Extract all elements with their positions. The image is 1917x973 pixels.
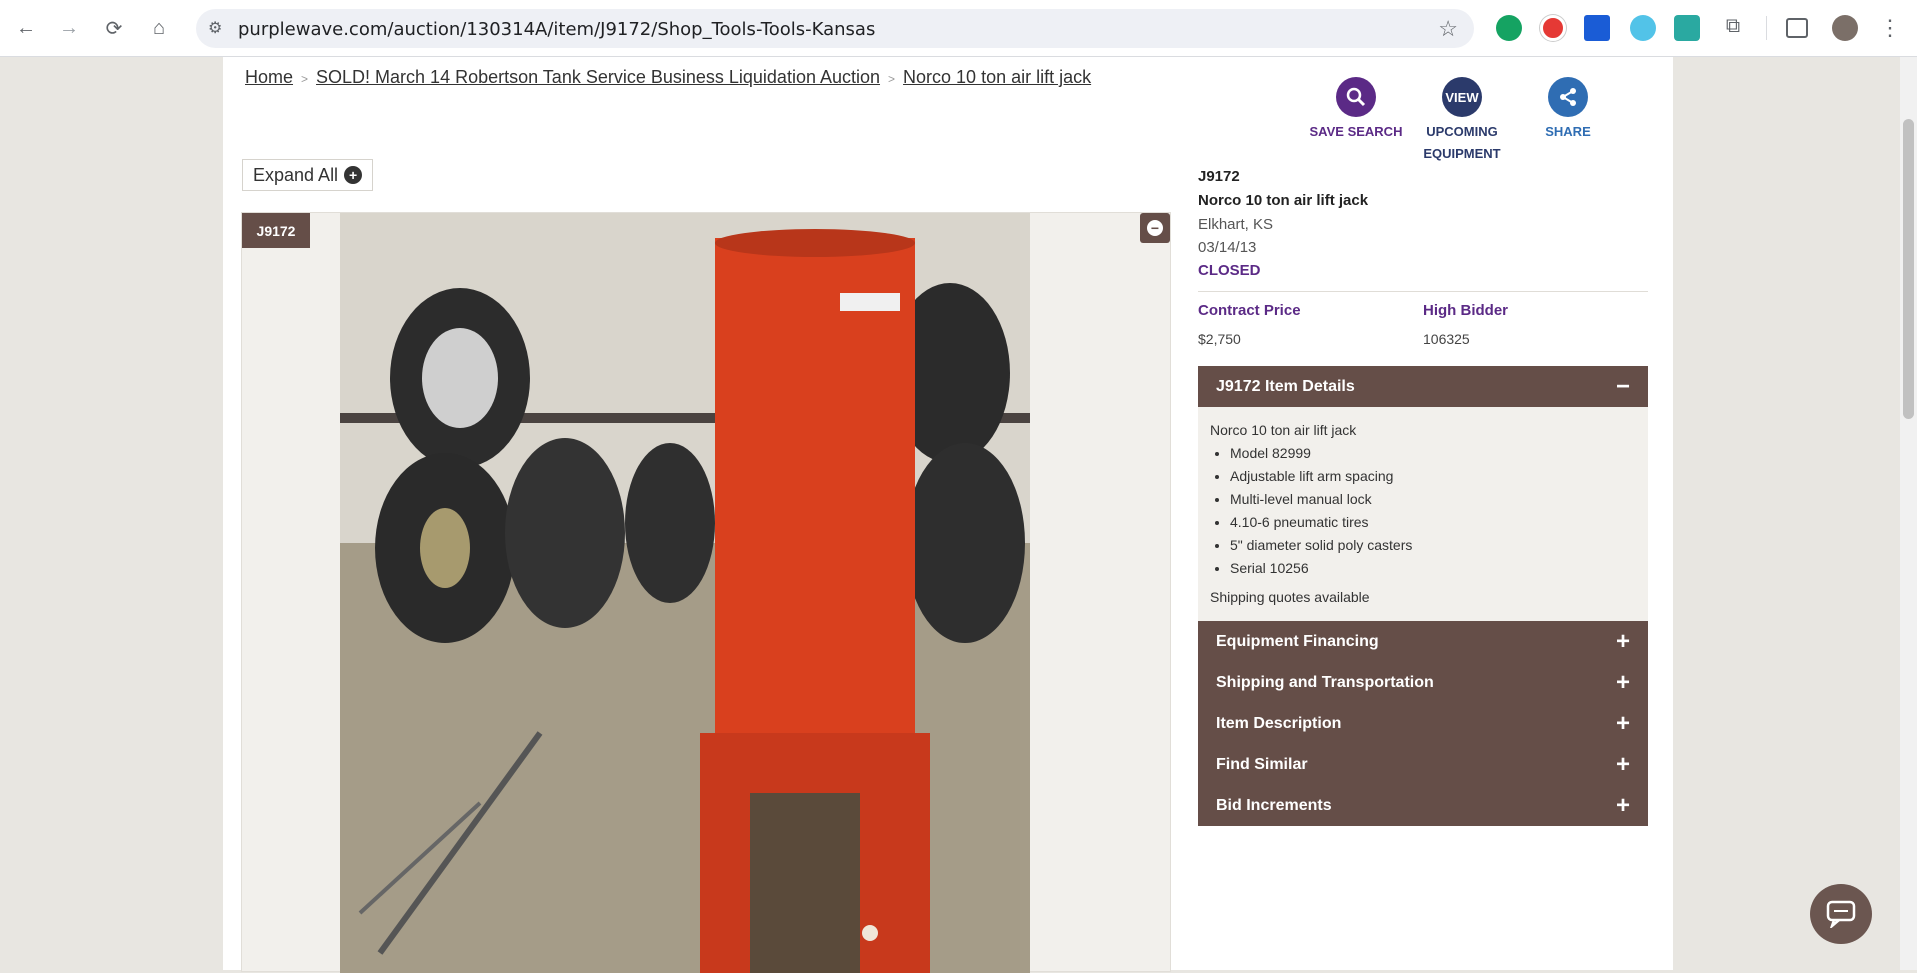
plus-icon: +: [1615, 709, 1630, 737]
upcoming-equipment-button[interactable]: VIEW UPCOMING EQUIPMENT: [1409, 77, 1515, 165]
item-details-accordion-header[interactable]: J9172 Item Details −: [1198, 366, 1648, 407]
item-date: 03/14/13: [1198, 239, 1257, 256]
side-panel-icon[interactable]: [1786, 18, 1808, 38]
breadcrumb: Home > SOLD! March 14 Robertson Tank Ser…: [245, 67, 1091, 88]
details-list: Model 82999 Adjustable lift arm spacing …: [1230, 442, 1636, 580]
chart-extension-icon[interactable]: [1584, 15, 1610, 41]
high-bidder-label: High Bidder: [1423, 302, 1508, 319]
accordion-label: Shipping and Transportation: [1216, 673, 1434, 691]
breadcrumb-separator: >: [301, 72, 309, 86]
site-info-icon[interactable]: ⚙: [208, 18, 228, 38]
reload-icon[interactable]: ⟳: [98, 12, 130, 44]
item-details-title: J9172 Item Details: [1216, 377, 1355, 395]
grammarly-extension-icon[interactable]: [1496, 15, 1522, 41]
expand-all-button[interactable]: Expand All +: [242, 159, 374, 191]
shipping-note: Shipping quotes available: [1210, 589, 1370, 605]
scrollbar-thumb[interactable]: [1903, 119, 1914, 419]
profile-avatar[interactable]: [1832, 15, 1858, 41]
accordion-find-similar[interactable]: Find Similar +: [1198, 744, 1648, 785]
contract-price-label: Contract Price: [1198, 302, 1301, 319]
vertical-scrollbar[interactable]: [1900, 57, 1917, 970]
list-item: Multi-level manual lock: [1230, 488, 1636, 511]
toolbar-divider: [1766, 16, 1767, 40]
item-photo[interactable]: [340, 213, 1030, 973]
divider: [1198, 291, 1648, 292]
accordion-shipping-transportation[interactable]: Shipping and Transportation +: [1198, 662, 1648, 703]
item-title: Norco 10 ton air lift jack: [1198, 192, 1369, 209]
accordion-label: Equipment Financing: [1216, 632, 1379, 650]
accordion-label: Bid Increments: [1216, 796, 1332, 814]
chat-bubble-icon: [1826, 900, 1856, 928]
search-icon: [1336, 77, 1376, 117]
network-extension-icon[interactable]: [1630, 15, 1656, 41]
equipment-label: EQUIPMENT: [1423, 146, 1501, 161]
share-label: SHARE: [1545, 124, 1591, 139]
chat-button[interactable]: [1810, 884, 1872, 944]
item-id-tag: J9172: [242, 213, 310, 248]
price-row: Contract Price $2,750 High Bidder 106325: [1198, 298, 1648, 352]
image-extension-icon[interactable]: [1674, 15, 1700, 41]
home-icon[interactable]: ⌂: [143, 12, 175, 44]
list-item: 5" diameter solid poly casters: [1230, 534, 1636, 557]
browser-toolbar: ← → ⟳ ⌂ ⚙ purplewave.com/auction/130314A…: [0, 0, 1917, 57]
item-details-body: Norco 10 ton air lift jack Model 82999 A…: [1198, 407, 1648, 621]
action-icons: SAVE SEARCH VIEW UPCOMING EQUIPMENT SHAR…: [1303, 77, 1621, 165]
extensions-puzzle-icon[interactable]: ⧉: [1720, 15, 1746, 41]
accordion-label: Find Similar: [1216, 755, 1308, 773]
minus-icon: −: [1615, 372, 1630, 400]
plus-icon: +: [1615, 668, 1630, 696]
upcoming-label: UPCOMING: [1426, 124, 1498, 139]
accordion-equipment-financing[interactable]: Equipment Financing +: [1198, 621, 1648, 662]
save-search-label: SAVE SEARCH: [1309, 124, 1403, 139]
menu-kebab-icon[interactable]: ⋮: [1874, 12, 1906, 44]
collapse-photo-button[interactable]: −: [1140, 213, 1170, 243]
details-intro: Norco 10 ton air lift jack: [1210, 422, 1357, 438]
list-item: 4.10-6 pneumatic tires: [1230, 511, 1636, 534]
expand-all-label: Expand All: [253, 164, 339, 185]
main-content: Home > SOLD! March 14 Robertson Tank Ser…: [223, 57, 1673, 973]
list-item: Serial 10256: [1230, 557, 1636, 580]
save-search-button[interactable]: SAVE SEARCH: [1303, 77, 1409, 165]
photo-panel: J9172 −: [241, 212, 1171, 973]
accordion-item-description[interactable]: Item Description +: [1198, 703, 1648, 744]
plus-icon: +: [1615, 791, 1630, 819]
plus-icon: +: [1615, 750, 1630, 778]
back-icon[interactable]: ←: [10, 12, 42, 44]
item-summary: J9172 Norco 10 ton air lift jack Elkhart…: [1198, 165, 1648, 826]
address-bar[interactable]: ⚙ purplewave.com/auction/130314A/item/J9…: [196, 9, 1474, 48]
list-item: Model 82999: [1230, 442, 1636, 465]
accordion-bid-increments[interactable]: Bid Increments +: [1198, 785, 1648, 826]
url-text[interactable]: purplewave.com/auction/130314A/item/J917…: [238, 19, 875, 40]
minus-circle-icon: −: [1147, 220, 1163, 236]
breadcrumb-item-link[interactable]: Norco 10 ton air lift jack: [903, 67, 1091, 88]
breadcrumb-auction-link[interactable]: SOLD! March 14 Robertson Tank Service Bu…: [316, 67, 880, 88]
pokeball-extension-icon[interactable]: [1540, 15, 1566, 41]
share-button[interactable]: SHARE: [1515, 77, 1621, 165]
share-icon: [1548, 77, 1588, 117]
view-icon: VIEW: [1442, 77, 1482, 117]
forward-icon[interactable]: →: [53, 12, 85, 44]
breadcrumb-home-link[interactable]: Home: [245, 67, 293, 88]
bookmark-star-icon[interactable]: ☆: [1438, 16, 1458, 42]
breadcrumb-separator: >: [888, 72, 896, 86]
auction-status: CLOSED: [1198, 262, 1261, 279]
high-bidder-value: 106325: [1423, 331, 1470, 347]
contract-price-value: $2,750: [1198, 331, 1241, 347]
item-id: J9172: [1198, 168, 1240, 185]
plus-circle-icon: +: [344, 166, 363, 184]
plus-icon: +: [1615, 627, 1630, 655]
item-location: Elkhart, KS: [1198, 216, 1274, 233]
list-item: Adjustable lift arm spacing: [1230, 465, 1636, 488]
accordion-label: Item Description: [1216, 714, 1342, 732]
